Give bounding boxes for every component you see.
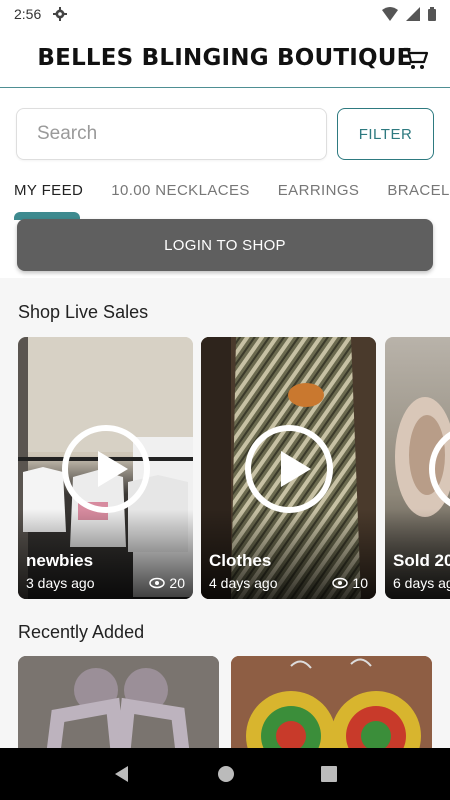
app-title: BELLES BLINGING BOUTIQUE xyxy=(37,44,413,71)
search-input[interactable]: Search xyxy=(16,108,327,160)
eye-icon xyxy=(149,577,166,589)
wifi-icon xyxy=(382,7,398,21)
product-thumbnail-snakeskin-earrings xyxy=(18,656,219,748)
live-card-title: Sold 20 xyxy=(393,551,450,570)
status-bar: 2:56 xyxy=(0,0,450,28)
live-card-title: newbies xyxy=(26,551,94,570)
product-card[interactable] xyxy=(231,656,432,748)
tab-label: MY FEED xyxy=(14,182,84,199)
status-time: 2:56 xyxy=(14,6,42,22)
live-card-age: 4 days ago xyxy=(209,575,278,591)
live-card-age: 6 days ago xyxy=(393,575,450,591)
filter-button[interactable]: FILTER xyxy=(337,108,434,160)
product-card[interactable] xyxy=(18,656,219,748)
view-count: 20 xyxy=(149,575,185,591)
category-tabs: MY FEED 10.00 NECKLACES EARRINGS BRACELE… xyxy=(0,172,450,220)
system-nav-bar xyxy=(0,748,450,800)
tab-label: BRACELETS xyxy=(387,182,450,199)
app-header: BELLES BLINGING BOUTIQUE xyxy=(0,28,450,88)
tab-earrings[interactable]: EARRINGS xyxy=(264,172,374,220)
live-sale-card[interactable]: Clothes 4 days ago 10 xyxy=(201,337,376,599)
tab-necklaces[interactable]: 10.00 NECKLACES xyxy=(97,172,264,220)
live-sale-card[interactable]: Sold 20 6 days ago xyxy=(385,337,450,599)
search-row: Search FILTER xyxy=(16,108,434,160)
tab-label: EARRINGS xyxy=(277,182,360,199)
login-to-shop-button[interactable]: LOGIN TO SHOP xyxy=(17,219,433,271)
battery-icon xyxy=(428,7,436,21)
view-count-value: 10 xyxy=(352,575,368,591)
recently-added-heading: Recently Added xyxy=(18,622,145,642)
view-count-value: 20 xyxy=(169,575,185,591)
tab-label: 10.00 NECKLACES xyxy=(111,182,250,199)
cart-icon[interactable] xyxy=(402,44,430,72)
product-thumbnail-beaded-earrings xyxy=(231,656,432,748)
live-sale-card[interactable]: newbies 3 days ago 20 xyxy=(18,337,193,599)
view-count: 10 xyxy=(332,575,368,591)
feed-content: Shop Live Sales newbies 3 days ago 20 Cl… xyxy=(0,278,450,748)
live-card-age: 3 days ago xyxy=(26,575,95,591)
tab-my-feed[interactable]: MY FEED xyxy=(0,172,97,220)
live-card-title: Clothes xyxy=(209,551,272,570)
eye-icon xyxy=(332,577,349,589)
home-icon[interactable] xyxy=(217,765,235,783)
back-icon[interactable] xyxy=(113,765,131,783)
live-sales-heading: Shop Live Sales xyxy=(18,302,149,322)
settings-icon xyxy=(53,7,68,21)
play-icon[interactable] xyxy=(62,425,150,513)
tab-bracelets[interactable]: BRACELETS xyxy=(373,172,450,220)
play-icon[interactable] xyxy=(245,425,333,513)
recents-icon[interactable] xyxy=(321,766,337,782)
signal-icon xyxy=(406,7,420,21)
